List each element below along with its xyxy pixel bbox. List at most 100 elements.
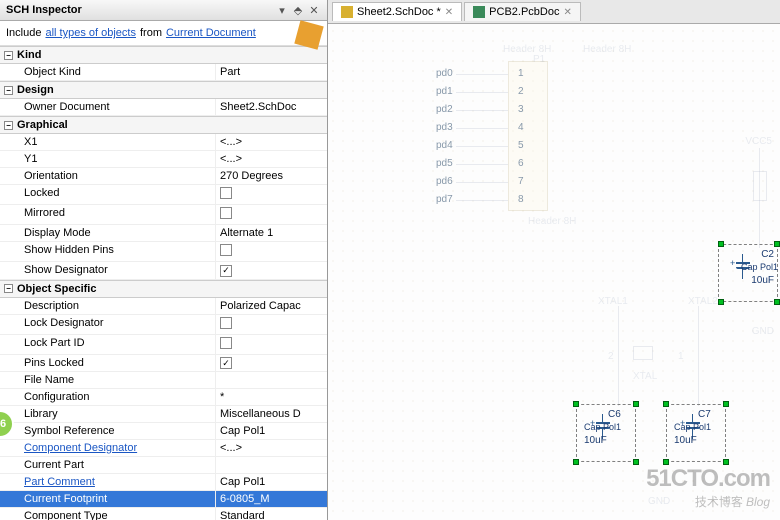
prop-value[interactable]	[216, 242, 327, 261]
prop-value[interactable]: Cap Pol1	[216, 474, 327, 490]
prop-value[interactable]: Miscellaneous D	[216, 406, 327, 422]
sel-handle[interactable]	[718, 299, 724, 305]
expand-icon[interactable]: −	[4, 121, 13, 130]
prop-row[interactable]: DescriptionPolarized Capac	[0, 298, 327, 315]
prop-value[interactable]: ✓	[216, 262, 327, 279]
schematic-canvas[interactable]: Header 8H Header 8H P1 Header 8H pd01pd1…	[328, 26, 780, 520]
expand-icon[interactable]: −	[4, 51, 13, 60]
wire	[456, 92, 508, 93]
gnd-label: GND	[752, 326, 774, 337]
prop-label: Current Footprint	[0, 491, 216, 507]
crystal	[633, 346, 653, 360]
expand-icon[interactable]: −	[4, 86, 13, 95]
expand-icon[interactable]: −	[4, 284, 13, 293]
pin-num: 1	[518, 68, 524, 79]
prop-value[interactable]: 270 Degrees	[216, 168, 327, 184]
prop-row[interactable]: X1<...>	[0, 134, 327, 151]
sel-handle[interactable]	[573, 459, 579, 465]
prop-value[interactable]: Sheet2.SchDoc	[216, 99, 327, 115]
prop-row[interactable]: Owner DocumentSheet2.SchDoc	[0, 99, 327, 116]
prop-value[interactable]	[216, 205, 327, 224]
prop-row[interactable]: Display ModeAlternate 1	[0, 225, 327, 242]
tab-close-icon[interactable]: ✕	[445, 7, 453, 18]
sel-handle[interactable]	[633, 401, 639, 407]
prop-value[interactable]: ✓	[216, 355, 327, 372]
cap-c6-value: 10uF	[584, 435, 607, 446]
sel-handle[interactable]	[774, 241, 780, 247]
checkbox[interactable]: ✓	[220, 265, 232, 277]
prop-row[interactable]: Component Designator<...>	[0, 440, 327, 457]
prop-value[interactable]: <...>	[216, 440, 327, 456]
tab[interactable]: Sheet2.SchDoc *✕	[332, 2, 462, 21]
inspector-panel: SCH Inspector ▾ ⬘ ✕ Include all types of…	[0, 0, 328, 520]
header-label: Header 8H	[583, 44, 631, 55]
prop-value[interactable]: <...>	[216, 151, 327, 167]
checkbox[interactable]	[220, 244, 232, 256]
prop-row[interactable]: File Name	[0, 372, 327, 389]
prop-value[interactable]: Cap Pol1	[216, 423, 327, 439]
tab-close-icon[interactable]: ✕	[563, 7, 571, 18]
property-grid[interactable]: −KindObject KindPart−DesignOwner Documen…	[0, 46, 327, 520]
prop-value[interactable]	[216, 185, 327, 204]
prop-value[interactable]: Alternate 1	[216, 225, 327, 241]
panel-dropdown-icon[interactable]: ▾	[275, 3, 289, 17]
prop-value[interactable]: Standard	[216, 508, 327, 520]
tab-icon	[341, 6, 353, 18]
prop-row[interactable]: Show Hidden Pins	[0, 242, 327, 262]
panel-pin-icon[interactable]: ⬘	[291, 3, 305, 17]
prop-row[interactable]: Part CommentCap Pol1	[0, 474, 327, 491]
sel-handle[interactable]	[633, 459, 639, 465]
checkbox[interactable]	[220, 207, 232, 219]
pin-num: 8	[518, 194, 524, 205]
wire	[456, 182, 508, 183]
prop-row[interactable]: Locked	[0, 185, 327, 205]
prop-row[interactable]: Current Footprint6-0805_M	[0, 491, 327, 508]
pin-num: 3	[518, 104, 524, 115]
section-kind[interactable]: −Kind	[0, 46, 327, 64]
prop-row[interactable]: Y1<...>	[0, 151, 327, 168]
prop-row[interactable]: Current Part	[0, 457, 327, 474]
prop-label: Configuration	[0, 389, 216, 405]
sel-handle[interactable]	[774, 299, 780, 305]
panel-close-icon[interactable]: ✕	[307, 3, 321, 17]
sel-handle[interactable]	[723, 401, 729, 407]
prop-row[interactable]: Configuration*	[0, 389, 327, 406]
tab[interactable]: PCB2.PcbDoc ✕	[464, 2, 581, 21]
section-graphical[interactable]: −Graphical	[0, 116, 327, 134]
prop-row[interactable]: Orientation270 Degrees	[0, 168, 327, 185]
prop-value[interactable]	[216, 457, 327, 473]
prop-row[interactable]: Pins Locked✓	[0, 355, 327, 373]
checkbox[interactable]: ✓	[220, 357, 232, 369]
prop-row[interactable]: LibraryMiscellaneous D	[0, 406, 327, 423]
filter-scope-link[interactable]: all types of objects	[45, 27, 136, 39]
prop-row[interactable]: Mirrored	[0, 205, 327, 225]
sel-handle[interactable]	[718, 241, 724, 247]
section-obj[interactable]: −Object Specific	[0, 280, 327, 298]
checkbox[interactable]	[220, 187, 232, 199]
prop-row[interactable]: Object KindPart	[0, 64, 327, 81]
prop-value[interactable]	[216, 315, 327, 334]
filter-cube-icon[interactable]	[294, 20, 323, 49]
tab-label: PCB2.PcbDoc	[489, 6, 559, 18]
prop-value[interactable]	[216, 335, 327, 354]
prop-value[interactable]: <...>	[216, 134, 327, 150]
prop-row[interactable]: Show Designator✓	[0, 262, 327, 280]
sel-handle[interactable]	[573, 401, 579, 407]
checkbox[interactable]	[220, 337, 232, 349]
prop-row[interactable]: Symbol ReferenceCap Pol1	[0, 423, 327, 440]
tab-bar: Sheet2.SchDoc *✕ PCB2.PcbDoc ✕	[328, 0, 780, 24]
prop-value[interactable]: *	[216, 389, 327, 405]
section-design[interactable]: −Design	[0, 81, 327, 99]
checkbox[interactable]	[220, 317, 232, 329]
wire	[456, 110, 508, 111]
prop-row[interactable]: Lock Designator	[0, 315, 327, 335]
filter-doc-link[interactable]: Current Document	[166, 27, 256, 39]
prop-value[interactable]: 6-0805_M	[216, 491, 327, 507]
xtal-pin: 1	[678, 351, 684, 362]
prop-value[interactable]: Polarized Capac	[216, 298, 327, 314]
prop-row[interactable]: Component TypeStandard	[0, 508, 327, 520]
prop-value[interactable]	[216, 372, 327, 388]
sel-handle[interactable]	[663, 401, 669, 407]
prop-value[interactable]: Part	[216, 64, 327, 80]
prop-row[interactable]: Lock Part ID	[0, 335, 327, 355]
